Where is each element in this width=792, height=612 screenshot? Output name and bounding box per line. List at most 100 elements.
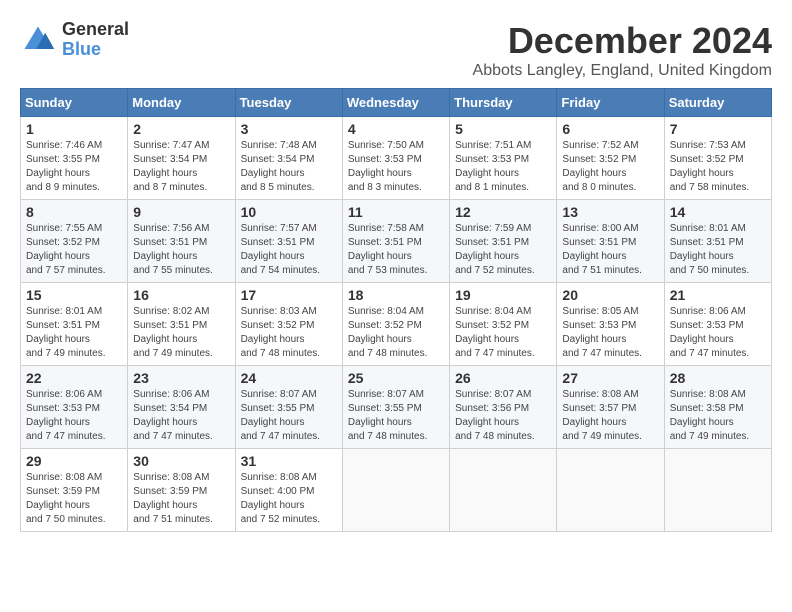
day-number: 23 — [133, 370, 229, 386]
day-info: Sunrise: 7:46 AMSunset: 3:55 PMDaylight … — [26, 140, 102, 193]
day-number: 13 — [562, 204, 658, 220]
day-info: Sunrise: 7:57 AMSunset: 3:51 PMDaylight … — [241, 223, 321, 276]
day-info: Sunrise: 7:50 AMSunset: 3:53 PMDaylight … — [348, 140, 424, 193]
calendar-day-cell: 4 Sunrise: 7:50 AMSunset: 3:53 PMDayligh… — [342, 117, 449, 200]
day-number: 30 — [133, 453, 229, 469]
day-number: 5 — [455, 121, 551, 137]
day-number: 16 — [133, 287, 229, 303]
day-number: 6 — [562, 121, 658, 137]
calendar-day-cell: 28 Sunrise: 8:08 AMSunset: 3:58 PMDaylig… — [664, 366, 771, 449]
header: General Blue December 2024 Abbots Langle… — [20, 20, 772, 80]
calendar-day-cell: 24 Sunrise: 8:07 AMSunset: 3:55 PMDaylig… — [235, 366, 342, 449]
calendar-day-cell: 29 Sunrise: 8:08 AMSunset: 3:59 PMDaylig… — [21, 449, 128, 532]
calendar-day-cell: 15 Sunrise: 8:01 AMSunset: 3:51 PMDaylig… — [21, 283, 128, 366]
day-info: Sunrise: 7:52 AMSunset: 3:52 PMDaylight … — [562, 140, 638, 193]
day-info: Sunrise: 8:06 AMSunset: 3:54 PMDaylight … — [133, 389, 213, 442]
logo: General Blue — [20, 20, 129, 60]
calendar-empty-cell — [664, 449, 771, 532]
calendar-day-cell: 19 Sunrise: 8:04 AMSunset: 3:52 PMDaylig… — [450, 283, 557, 366]
col-wednesday: Wednesday — [342, 89, 449, 117]
logo-blue-text: Blue — [62, 40, 129, 60]
day-info: Sunrise: 7:48 AMSunset: 3:54 PMDaylight … — [241, 140, 317, 193]
day-number: 27 — [562, 370, 658, 386]
month-title: December 2024 — [473, 20, 772, 62]
day-info: Sunrise: 8:01 AMSunset: 3:51 PMDaylight … — [26, 306, 106, 359]
day-info: Sunrise: 7:59 AMSunset: 3:51 PMDaylight … — [455, 223, 535, 276]
day-info: Sunrise: 8:06 AMSunset: 3:53 PMDaylight … — [670, 306, 750, 359]
day-info: Sunrise: 8:07 AMSunset: 3:56 PMDaylight … — [455, 389, 535, 442]
day-info: Sunrise: 8:04 AMSunset: 3:52 PMDaylight … — [348, 306, 428, 359]
day-number: 22 — [26, 370, 122, 386]
calendar-day-cell: 6 Sunrise: 7:52 AMSunset: 3:52 PMDayligh… — [557, 117, 664, 200]
col-tuesday: Tuesday — [235, 89, 342, 117]
day-info: Sunrise: 7:53 AMSunset: 3:52 PMDaylight … — [670, 140, 750, 193]
day-number: 24 — [241, 370, 337, 386]
day-info: Sunrise: 8:07 AMSunset: 3:55 PMDaylight … — [241, 389, 321, 442]
calendar-week-row: 15 Sunrise: 8:01 AMSunset: 3:51 PMDaylig… — [21, 283, 772, 366]
location-text: Abbots Langley, England, United Kingdom — [473, 62, 772, 80]
day-info: Sunrise: 7:58 AMSunset: 3:51 PMDaylight … — [348, 223, 428, 276]
calendar-day-cell: 20 Sunrise: 8:05 AMSunset: 3:53 PMDaylig… — [557, 283, 664, 366]
calendar-empty-cell — [557, 449, 664, 532]
day-info: Sunrise: 8:04 AMSunset: 3:52 PMDaylight … — [455, 306, 535, 359]
day-info: Sunrise: 7:56 AMSunset: 3:51 PMDaylight … — [133, 223, 213, 276]
calendar-day-cell: 23 Sunrise: 8:06 AMSunset: 3:54 PMDaylig… — [128, 366, 235, 449]
calendar-day-cell: 18 Sunrise: 8:04 AMSunset: 3:52 PMDaylig… — [342, 283, 449, 366]
day-number: 29 — [26, 453, 122, 469]
calendar-week-row: 29 Sunrise: 8:08 AMSunset: 3:59 PMDaylig… — [21, 449, 772, 532]
calendar-day-cell: 26 Sunrise: 8:07 AMSunset: 3:56 PMDaylig… — [450, 366, 557, 449]
day-number: 8 — [26, 204, 122, 220]
day-number: 31 — [241, 453, 337, 469]
day-info: Sunrise: 7:47 AMSunset: 3:54 PMDaylight … — [133, 140, 209, 193]
calendar-empty-cell — [342, 449, 449, 532]
day-info: Sunrise: 8:05 AMSunset: 3:53 PMDaylight … — [562, 306, 642, 359]
day-info: Sunrise: 8:06 AMSunset: 3:53 PMDaylight … — [26, 389, 106, 442]
calendar-day-cell: 8 Sunrise: 7:55 AMSunset: 3:52 PMDayligh… — [21, 200, 128, 283]
calendar-day-cell: 9 Sunrise: 7:56 AMSunset: 3:51 PMDayligh… — [128, 200, 235, 283]
day-info: Sunrise: 8:08 AMSunset: 4:00 PMDaylight … — [241, 472, 321, 525]
logo-general-text: General — [62, 20, 129, 40]
calendar-day-cell: 16 Sunrise: 8:02 AMSunset: 3:51 PMDaylig… — [128, 283, 235, 366]
day-info: Sunrise: 7:55 AMSunset: 3:52 PMDaylight … — [26, 223, 106, 276]
day-number: 20 — [562, 287, 658, 303]
day-info: Sunrise: 7:51 AMSunset: 3:53 PMDaylight … — [455, 140, 531, 193]
day-number: 9 — [133, 204, 229, 220]
calendar-header-row: Sunday Monday Tuesday Wednesday Thursday… — [21, 89, 772, 117]
calendar-day-cell: 31 Sunrise: 8:08 AMSunset: 4:00 PMDaylig… — [235, 449, 342, 532]
calendar-day-cell: 14 Sunrise: 8:01 AMSunset: 3:51 PMDaylig… — [664, 200, 771, 283]
calendar-day-cell: 2 Sunrise: 7:47 AMSunset: 3:54 PMDayligh… — [128, 117, 235, 200]
calendar: Sunday Monday Tuesday Wednesday Thursday… — [20, 88, 772, 532]
calendar-week-row: 1 Sunrise: 7:46 AMSunset: 3:55 PMDayligh… — [21, 117, 772, 200]
calendar-day-cell: 11 Sunrise: 7:58 AMSunset: 3:51 PMDaylig… — [342, 200, 449, 283]
day-number: 1 — [26, 121, 122, 137]
calendar-day-cell: 1 Sunrise: 7:46 AMSunset: 3:55 PMDayligh… — [21, 117, 128, 200]
calendar-day-cell: 27 Sunrise: 8:08 AMSunset: 3:57 PMDaylig… — [557, 366, 664, 449]
calendar-day-cell: 12 Sunrise: 7:59 AMSunset: 3:51 PMDaylig… — [450, 200, 557, 283]
day-number: 11 — [348, 204, 444, 220]
col-friday: Friday — [557, 89, 664, 117]
col-monday: Monday — [128, 89, 235, 117]
calendar-day-cell: 7 Sunrise: 7:53 AMSunset: 3:52 PMDayligh… — [664, 117, 771, 200]
day-info: Sunrise: 8:08 AMSunset: 3:59 PMDaylight … — [133, 472, 213, 525]
day-number: 28 — [670, 370, 766, 386]
col-saturday: Saturday — [664, 89, 771, 117]
col-thursday: Thursday — [450, 89, 557, 117]
day-number: 2 — [133, 121, 229, 137]
calendar-week-row: 8 Sunrise: 7:55 AMSunset: 3:52 PMDayligh… — [21, 200, 772, 283]
calendar-day-cell: 17 Sunrise: 8:03 AMSunset: 3:52 PMDaylig… — [235, 283, 342, 366]
col-sunday: Sunday — [21, 89, 128, 117]
day-info: Sunrise: 8:01 AMSunset: 3:51 PMDaylight … — [670, 223, 750, 276]
day-info: Sunrise: 8:02 AMSunset: 3:51 PMDaylight … — [133, 306, 213, 359]
day-number: 26 — [455, 370, 551, 386]
calendar-day-cell: 3 Sunrise: 7:48 AMSunset: 3:54 PMDayligh… — [235, 117, 342, 200]
day-info: Sunrise: 8:08 AMSunset: 3:58 PMDaylight … — [670, 389, 750, 442]
day-number: 21 — [670, 287, 766, 303]
day-number: 25 — [348, 370, 444, 386]
day-info: Sunrise: 8:08 AMSunset: 3:57 PMDaylight … — [562, 389, 642, 442]
logo-icon — [20, 22, 56, 58]
day-number: 4 — [348, 121, 444, 137]
calendar-empty-cell — [450, 449, 557, 532]
day-info: Sunrise: 8:08 AMSunset: 3:59 PMDaylight … — [26, 472, 106, 525]
calendar-week-row: 22 Sunrise: 8:06 AMSunset: 3:53 PMDaylig… — [21, 366, 772, 449]
calendar-day-cell: 10 Sunrise: 7:57 AMSunset: 3:51 PMDaylig… — [235, 200, 342, 283]
